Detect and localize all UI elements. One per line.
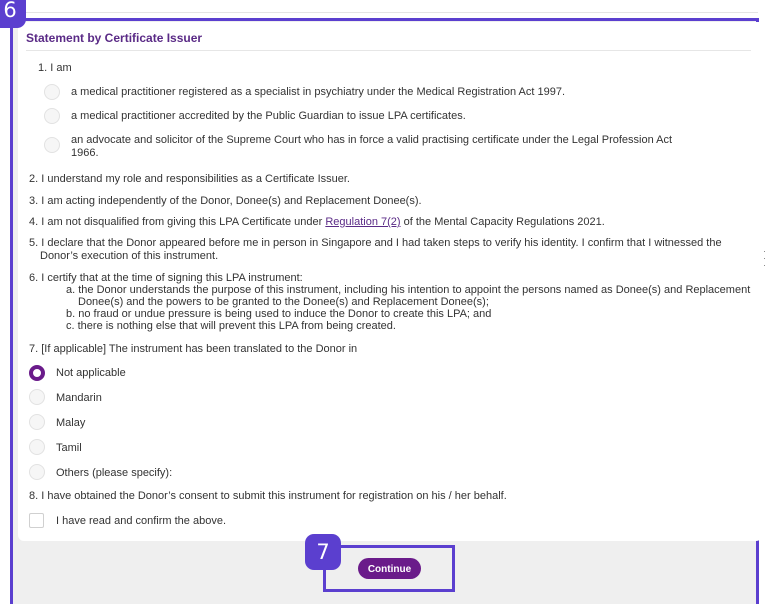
- statement-7: 7. [If applicable] The instrument has be…: [29, 343, 358, 355]
- statement-5-line-2: Donor’s execution of this instrument.: [40, 250, 219, 262]
- radio-accredited-practitioner[interactable]: [44, 108, 60, 124]
- option-not-applicable-label: Not applicable: [56, 367, 126, 379]
- statement-2: 2. I understand my role and responsibili…: [29, 173, 350, 185]
- radio-not-applicable[interactable]: [29, 365, 45, 381]
- radio-mandarin[interactable]: [29, 389, 45, 405]
- regulation-7-2-link[interactable]: Regulation 7(2): [325, 216, 400, 228]
- option-tamil-label: Tamil: [56, 442, 82, 454]
- radio-psychiatrist[interactable]: [44, 84, 60, 100]
- option-malay-label: Malay: [56, 417, 86, 429]
- statement-4: 4. I am not disqualified from giving thi…: [29, 216, 605, 228]
- continue-button[interactable]: Continue: [358, 558, 421, 579]
- statement-1: 1. I am: [38, 62, 72, 74]
- section-title: Statement by Certificate Issuer: [26, 31, 203, 45]
- scrollbar-handle-icon[interactable]: · · ·: [763, 247, 766, 270]
- step-badge-6: 6: [0, 0, 26, 28]
- top-divider: [18, 0, 758, 13]
- statement-6-c: c. there is nothing else that will preve…: [66, 320, 396, 332]
- radio-others[interactable]: [29, 464, 45, 480]
- option-accredited-practitioner-label: a medical practitioner accredited by the…: [71, 110, 466, 122]
- option-mandarin-label: Mandarin: [56, 392, 102, 404]
- confirm-checkbox[interactable]: [29, 513, 44, 528]
- radio-malay[interactable]: [29, 414, 45, 430]
- statement-5-line-1: 5. I declare that the Donor appeared bef…: [29, 237, 722, 249]
- statement-3: 3. I am acting independently of the Dono…: [29, 195, 422, 207]
- section-divider: [26, 50, 751, 51]
- radio-advocate-solicitor[interactable]: [44, 137, 60, 153]
- statement-8: 8. I have obtained the Donor’s consent t…: [29, 490, 507, 502]
- option-advocate-solicitor-label-cont: 1966.: [71, 147, 99, 159]
- option-advocate-solicitor-label: an advocate and solicitor of the Supreme…: [71, 134, 673, 146]
- step-badge-7: 7: [305, 534, 341, 570]
- option-others-label: Others (please specify):: [56, 467, 173, 479]
- confirm-checkbox-label: I have read and confirm the above.: [56, 515, 226, 527]
- radio-tamil[interactable]: [29, 439, 45, 455]
- option-psychiatrist-label: a medical practitioner registered as a s…: [71, 86, 566, 98]
